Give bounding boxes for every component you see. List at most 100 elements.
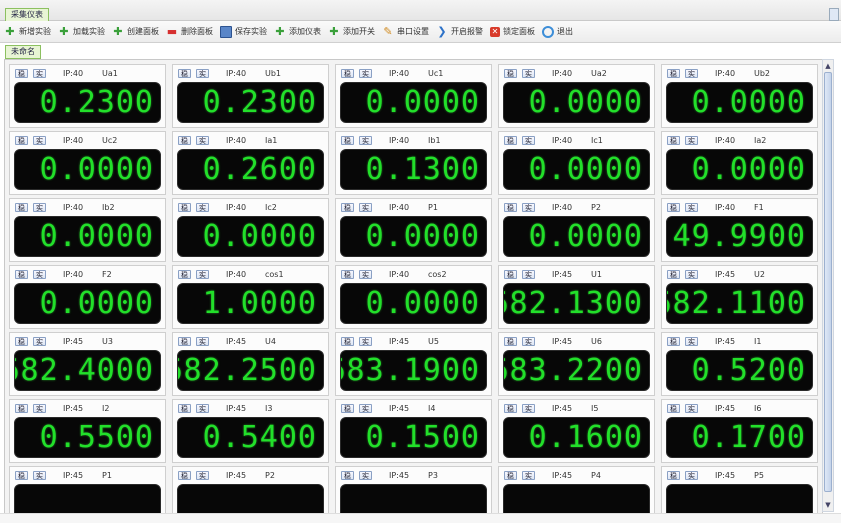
meter-card[interactable]: 稳实 IP:45 I5 0.1600 <box>498 399 655 463</box>
toolbar-button-2[interactable]: ✚ 创建面板 <box>112 25 159 38</box>
steady-button[interactable]: 稳 <box>178 471 191 480</box>
toolbar-button-6[interactable]: ✚ 添加开关 <box>328 25 375 38</box>
realtime-button[interactable]: 实 <box>685 337 698 346</box>
realtime-button[interactable]: 实 <box>685 404 698 413</box>
realtime-button[interactable]: 实 <box>359 337 372 346</box>
realtime-button[interactable]: 实 <box>196 404 209 413</box>
realtime-button[interactable]: 实 <box>196 471 209 480</box>
meter-card[interactable]: 稳实 IP:45 I3 0.5400 <box>172 399 329 463</box>
toolbar-button-5[interactable]: ✚ 添加仪表 <box>274 25 321 38</box>
meter-card[interactable]: 稳实 IP:40 Ib1 0.1300 <box>335 131 492 195</box>
meter-card[interactable]: 稳实 IP:45 P4 <box>498 466 655 513</box>
realtime-button[interactable]: 实 <box>196 136 209 145</box>
realtime-button[interactable]: 实 <box>33 69 46 78</box>
meter-card[interactable]: 稳实 IP:45 U5 683.1900 <box>335 332 492 396</box>
meter-card[interactable]: 稳实 IP:40 Ia2 0.0000 <box>661 131 818 195</box>
steady-button[interactable]: 稳 <box>667 337 680 346</box>
steady-button[interactable]: 稳 <box>667 270 680 279</box>
meter-card[interactable]: 稳实 IP:45 I4 0.1500 <box>335 399 492 463</box>
realtime-button[interactable]: 实 <box>522 69 535 78</box>
realtime-button[interactable]: 实 <box>359 136 372 145</box>
meter-card[interactable]: 稳实 IP:40 F2 0.0000 <box>9 265 166 329</box>
toolbar-button-1[interactable]: ✚ 加载实验 <box>58 25 105 38</box>
steady-button[interactable]: 稳 <box>178 69 191 78</box>
realtime-button[interactable]: 实 <box>685 136 698 145</box>
tab-collect-meters[interactable]: 采集仪表 <box>5 8 49 21</box>
steady-button[interactable]: 稳 <box>667 471 680 480</box>
tab-untitled[interactable]: 未命名 <box>5 45 41 59</box>
steady-button[interactable]: 稳 <box>15 136 28 145</box>
realtime-button[interactable]: 实 <box>33 136 46 145</box>
meter-card[interactable]: 稳实 IP:40 Uc2 0.0000 <box>9 131 166 195</box>
realtime-button[interactable]: 实 <box>685 203 698 212</box>
realtime-button[interactable]: 实 <box>196 337 209 346</box>
steady-button[interactable]: 稳 <box>15 270 28 279</box>
meter-card[interactable]: 稳实 IP:45 I1 0.5200 <box>661 332 818 396</box>
steady-button[interactable]: 稳 <box>667 404 680 413</box>
meter-card[interactable]: 稳实 IP:45 P3 <box>335 466 492 513</box>
vertical-scrollbar[interactable]: ▲ ▼ <box>822 59 834 512</box>
realtime-button[interactable]: 实 <box>196 203 209 212</box>
meter-card[interactable]: 稳实 IP:40 F1 49.9900 <box>661 198 818 262</box>
realtime-button[interactable]: 实 <box>522 203 535 212</box>
meter-card[interactable]: 稳实 IP:40 Ib2 0.0000 <box>9 198 166 262</box>
meter-card[interactable]: 稳实 IP:40 Uc1 0.0000 <box>335 64 492 128</box>
realtime-button[interactable]: 实 <box>522 270 535 279</box>
realtime-button[interactable]: 实 <box>522 337 535 346</box>
realtime-button[interactable]: 实 <box>522 136 535 145</box>
toolbar-button-8[interactable]: ❯ 开启报警 <box>436 25 483 38</box>
realtime-button[interactable]: 实 <box>359 404 372 413</box>
meter-card[interactable]: 稳实 IP:40 Ic1 0.0000 <box>498 131 655 195</box>
meter-card[interactable]: 稳实 IP:40 cos1 1.0000 <box>172 265 329 329</box>
steady-button[interactable]: 稳 <box>341 471 354 480</box>
steady-button[interactable]: 稳 <box>341 270 354 279</box>
realtime-button[interactable]: 实 <box>196 270 209 279</box>
steady-button[interactable]: 稳 <box>15 404 28 413</box>
meter-card[interactable]: 稳实 IP:40 Ua1 0.2300 <box>9 64 166 128</box>
realtime-button[interactable]: 实 <box>33 471 46 480</box>
meter-card[interactable]: 稳实 IP:40 P2 0.0000 <box>498 198 655 262</box>
scrollbar-thumb[interactable] <box>824 72 832 492</box>
meter-card[interactable]: 稳实 IP:45 P5 <box>661 466 818 513</box>
meter-card[interactable]: 稳实 IP:40 Ua2 0.0000 <box>498 64 655 128</box>
meter-card[interactable]: 稳实 IP:40 Ia1 0.2600 <box>172 131 329 195</box>
meter-card[interactable]: 稳实 IP:45 U3 682.4000 <box>9 332 166 396</box>
steady-button[interactable]: 稳 <box>178 337 191 346</box>
steady-button[interactable]: 稳 <box>341 404 354 413</box>
toolbar-button-0[interactable]: ✚ 新增实验 <box>4 25 51 38</box>
meter-card[interactable]: 稳实 IP:45 P2 <box>172 466 329 513</box>
steady-button[interactable]: 稳 <box>504 136 517 145</box>
scroll-down-arrow-icon[interactable]: ▼ <box>823 500 833 510</box>
toolbar-button-4[interactable]: 保存实验 <box>220 25 267 38</box>
meter-card[interactable]: 稳实 IP:45 I2 0.5500 <box>9 399 166 463</box>
steady-button[interactable]: 稳 <box>178 136 191 145</box>
meter-card[interactable]: 稳实 IP:45 P1 <box>9 466 166 513</box>
steady-button[interactable]: 稳 <box>15 471 28 480</box>
toolbar-button-3[interactable]: ▬ 删除面板 <box>166 25 213 38</box>
steady-button[interactable]: 稳 <box>178 203 191 212</box>
steady-button[interactable]: 稳 <box>504 471 517 480</box>
steady-button[interactable]: 稳 <box>341 203 354 212</box>
steady-button[interactable]: 稳 <box>504 337 517 346</box>
scroll-up-arrow-icon[interactable]: ▲ <box>823 61 833 71</box>
toolbar-button-9[interactable]: ✕ 锁定面板 <box>490 26 535 37</box>
realtime-button[interactable]: 实 <box>685 471 698 480</box>
steady-button[interactable]: 稳 <box>341 69 354 78</box>
steady-button[interactable]: 稳 <box>341 337 354 346</box>
meter-card[interactable]: 稳实 IP:40 Ic2 0.0000 <box>172 198 329 262</box>
realtime-button[interactable]: 实 <box>359 69 372 78</box>
meter-card[interactable]: 稳实 IP:45 I6 0.1700 <box>661 399 818 463</box>
tab-bar-end-button[interactable] <box>829 8 839 21</box>
realtime-button[interactable]: 实 <box>685 270 698 279</box>
steady-button[interactable]: 稳 <box>15 337 28 346</box>
meter-card[interactable]: 稳实 IP:45 U6 683.2200 <box>498 332 655 396</box>
realtime-button[interactable]: 实 <box>33 404 46 413</box>
steady-button[interactable]: 稳 <box>667 69 680 78</box>
meter-card[interactable]: 稳实 IP:45 U2 682.1100 <box>661 265 818 329</box>
meter-card[interactable]: 稳实 IP:45 U1 682.1300 <box>498 265 655 329</box>
realtime-button[interactable]: 实 <box>359 471 372 480</box>
steady-button[interactable]: 稳 <box>504 203 517 212</box>
steady-button[interactable]: 稳 <box>504 270 517 279</box>
meter-card[interactable]: 稳实 IP:45 U4 682.2500 <box>172 332 329 396</box>
realtime-button[interactable]: 实 <box>33 270 46 279</box>
